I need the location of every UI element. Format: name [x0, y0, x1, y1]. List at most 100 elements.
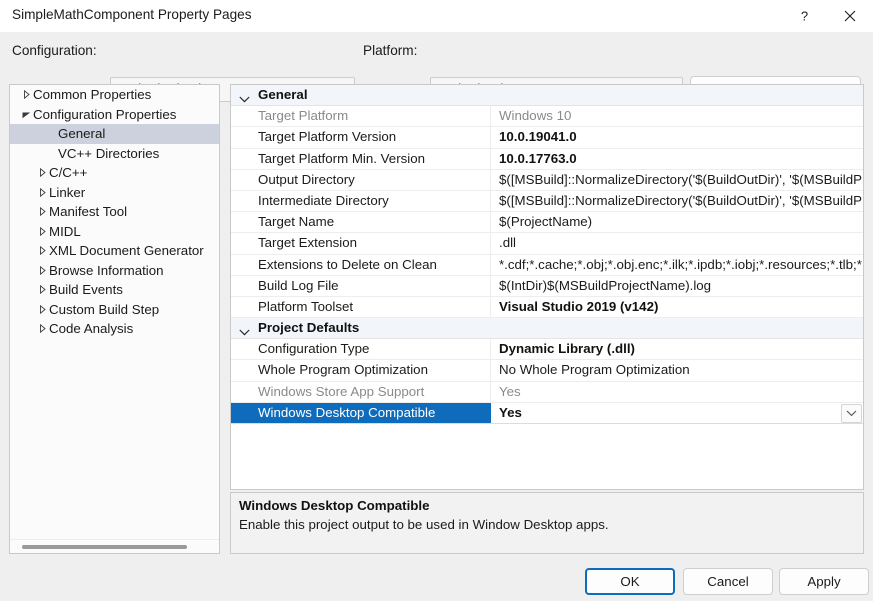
grid-row-name-cell[interactable]: Configuration Type [231, 339, 491, 359]
grid-row-value-cell[interactable]: Dynamic Library (.dll) [492, 339, 863, 359]
grid-row-dropdown-button[interactable] [841, 404, 862, 423]
grid-row-value-cell[interactable]: Yes [492, 403, 863, 423]
help-button[interactable]: ? [781, 0, 827, 32]
tree-item-label: Browse Information [49, 263, 164, 278]
tree-item-label: Common Properties [33, 87, 151, 102]
grid-row-name: Whole Program Optimization [258, 362, 428, 377]
grid-row[interactable]: Platform Toolset Visual Studio 2019 (v142… [231, 297, 863, 318]
tree-item-label: Manifest Tool [49, 204, 127, 219]
grid-category-general[interactable]: General [231, 85, 863, 106]
cancel-button[interactable]: Cancel [683, 568, 773, 595]
grid-row-value-cell[interactable]: 10.0.17763.0 [492, 149, 863, 169]
grid-row[interactable]: Extensions to Delete on Clean *.cdf;*.cac… [231, 255, 863, 276]
grid-row-name: Platform Toolset [258, 299, 353, 314]
tree-item-common-properties[interactable]: Common Properties [10, 85, 219, 105]
chevron-right-icon[interactable] [35, 241, 49, 261]
tree-item-linker[interactable]: Linker [10, 183, 219, 203]
grid-row-value-cell[interactable]: $(ProjectName) [492, 212, 863, 232]
grid-row-name-cell[interactable]: Extensions to Delete on Clean [231, 255, 491, 275]
grid-row[interactable]: Target PlatformWindows 10 [231, 106, 863, 127]
grid-category-label: General [258, 87, 308, 102]
chevron-right-icon[interactable] [35, 280, 49, 300]
tree-item-midl[interactable]: MIDL [10, 222, 219, 242]
grid-row-name-cell[interactable]: Build Log File [231, 276, 491, 296]
tree-item-build-events[interactable]: Build Events [10, 280, 219, 300]
chevron-right-icon[interactable] [35, 163, 49, 183]
chevron-down-icon [846, 410, 857, 417]
tree-item-label: Build Events [49, 282, 123, 297]
property-grid: GeneralTarget PlatformWindows 10Target P… [230, 84, 864, 490]
grid-row[interactable]: Output Directory $([MSBuild]::NormalizeDi… [231, 170, 863, 191]
grid-row[interactable]: Whole Program Optimization No Whole Progr… [231, 360, 863, 381]
grid-row-value-cell[interactable]: Yes [492, 382, 863, 402]
tree-item-vc-directories[interactable]: VC++ Directories [10, 144, 219, 164]
grid-row[interactable]: Windows Desktop Compatible Yes [231, 403, 863, 424]
chevron-down-icon[interactable] [19, 105, 33, 125]
grid-row-name: Output Directory [258, 172, 355, 187]
grid-row[interactable]: Target Extension .dll [231, 233, 863, 254]
grid-row[interactable]: Build Log File$(IntDir)$(MSBuildProjectN… [231, 276, 863, 297]
grid-row-name: Configuration Type [258, 341, 369, 356]
grid-row-name-cell[interactable]: Target Platform [231, 106, 491, 126]
grid-row-name-cell[interactable]: Windows Desktop Compatible [231, 403, 491, 423]
grid-row[interactable]: Intermediate Directory$([MSBuild]::Norma… [231, 191, 863, 212]
tree-item-code-analysis[interactable]: Code Analysis [10, 319, 219, 339]
grid-row-name-cell[interactable]: Target Name [231, 212, 491, 232]
grid-row-value: 10.0.17763.0 [499, 151, 577, 166]
grid-row-value-cell[interactable]: $([MSBuild]::NormalizeDirectory('$(Build… [492, 170, 863, 190]
chevron-right-icon[interactable] [35, 222, 49, 242]
description-title: Windows Desktop Compatible [239, 498, 429, 513]
grid-row[interactable]: Target Name$(ProjectName) [231, 212, 863, 233]
grid-row-value: .dll [499, 235, 516, 250]
grid-row-value-cell[interactable]: *.cdf;*.cache;*.obj;*.obj.enc;*.ilk;*.ip… [492, 255, 863, 275]
tree-item-configuration-properties[interactable]: Configuration Properties [10, 105, 219, 125]
tree-item-manifest-tool[interactable]: Manifest Tool [10, 202, 219, 222]
grid-row[interactable]: Target Platform Min. Version 10.0.17763.0 [231, 149, 863, 170]
grid-row-name: Target Platform Version [258, 129, 396, 144]
tree-item-label: C/C++ [49, 165, 87, 180]
chevron-right-icon[interactable] [35, 319, 49, 339]
tree-scrollbar-thumb[interactable] [22, 545, 187, 549]
grid-row-value-cell[interactable]: Windows 10 [492, 106, 863, 126]
grid-row-name-cell[interactable]: Windows Store App Support [231, 382, 491, 402]
grid-row-value: *.cdf;*.cache;*.obj;*.obj.enc;*.ilk;*.ip… [499, 257, 862, 272]
grid-row-name-cell[interactable]: Target Platform Min. Version [231, 149, 491, 169]
grid-row-name: Windows Desktop Compatible [258, 405, 435, 420]
tree-item-xml-document-generator[interactable]: XML Document Generator [10, 241, 219, 261]
grid-row-value-cell[interactable]: No Whole Program Optimization [492, 360, 863, 380]
tree-item-label: VC++ Directories [58, 146, 159, 161]
close-icon [844, 10, 856, 22]
chevron-right-icon[interactable] [35, 183, 49, 203]
grid-row-value-cell[interactable]: Visual Studio 2019 (v142) [492, 297, 863, 317]
grid-category-project-defaults[interactable]: Project Defaults [231, 318, 863, 339]
tree-item-label: General [58, 126, 105, 141]
chevron-right-icon[interactable] [35, 261, 49, 281]
grid-row-name-cell[interactable]: Target Extension [231, 233, 491, 253]
chevron-right-icon[interactable] [35, 202, 49, 222]
grid-row-name-cell[interactable]: Target Platform Version [231, 127, 491, 147]
chevron-right-icon[interactable] [35, 300, 49, 320]
grid-row[interactable]: Windows Store App Support Yes [231, 382, 863, 403]
chevron-right-icon[interactable] [19, 85, 33, 105]
apply-button[interactable]: Apply [779, 568, 869, 595]
grid-row-name-cell[interactable]: Whole Program Optimization [231, 360, 491, 380]
grid-row-name: Windows Store App Support [258, 384, 424, 399]
grid-row-value-cell[interactable]: 10.0.19041.0 [492, 127, 863, 147]
window-title: SimpleMathComponent Property Pages [12, 7, 252, 22]
ok-button[interactable]: OK [585, 568, 675, 595]
grid-row[interactable]: Target Platform Version 10.0.19041.0 [231, 127, 863, 148]
grid-row-value-cell[interactable]: $([MSBuild]::NormalizeDirectory('$(Build… [492, 191, 863, 211]
grid-row-name-cell[interactable]: Platform Toolset [231, 297, 491, 317]
grid-row-value-cell[interactable]: $(IntDir)$(MSBuildProjectName).log [492, 276, 863, 296]
tree-horizontal-scrollbar[interactable] [10, 539, 219, 553]
grid-row-value-cell[interactable]: .dll [492, 233, 863, 253]
grid-row-value: Dynamic Library (.dll) [499, 341, 635, 356]
close-button[interactable] [827, 0, 873, 32]
tree-item-c-c[interactable]: C/C++ [10, 163, 219, 183]
grid-row-name-cell[interactable]: Intermediate Directory [231, 191, 491, 211]
tree-item-browse-information[interactable]: Browse Information [10, 261, 219, 281]
tree-item-general[interactable]: General [10, 124, 219, 144]
grid-row-name-cell[interactable]: Output Directory [231, 170, 491, 190]
tree-item-custom-build-step[interactable]: Custom Build Step [10, 300, 219, 320]
grid-row[interactable]: Configuration Type Dynamic Library (.dll) [231, 339, 863, 360]
